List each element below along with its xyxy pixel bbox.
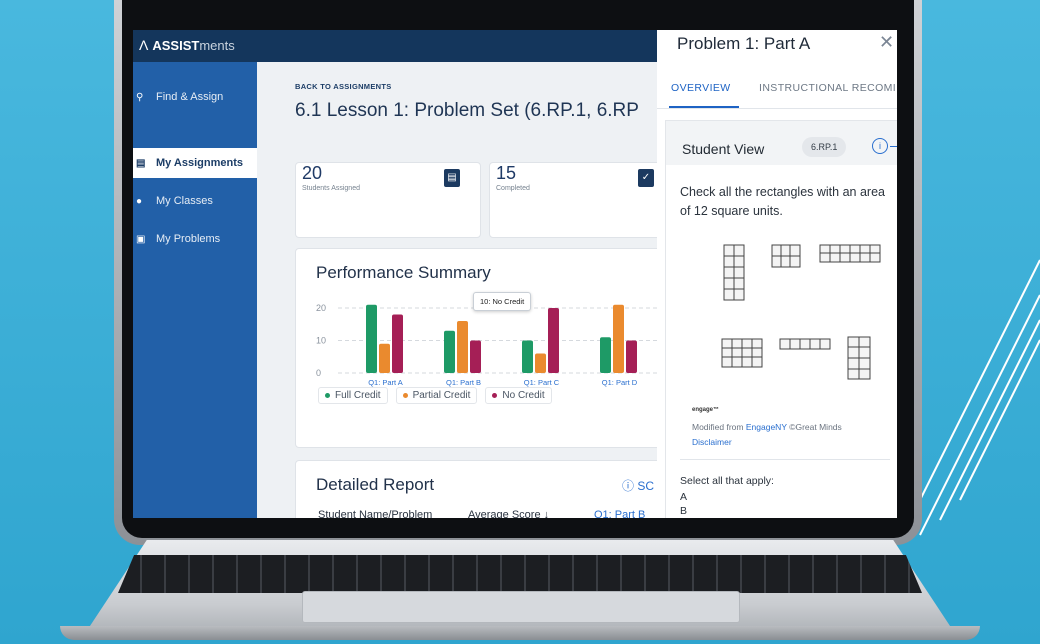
bar-no-credit[interactable]: [470, 340, 481, 374]
bar-full-credit[interactable]: [366, 304, 377, 373]
info-connector: [890, 146, 897, 147]
bar-no-credit[interactable]: [626, 340, 637, 374]
engage-logo: engage™: [692, 407, 720, 413]
detailed-report-card: Detailed Report ⓘ SC Student Name/Proble…: [295, 460, 669, 518]
select-instructions: Select all that apply:: [680, 475, 774, 487]
y-tick-label: 10: [316, 336, 326, 346]
bar-partial-credit[interactable]: [379, 343, 390, 373]
bar-partial-credit[interactable]: [535, 353, 546, 374]
tab-overview[interactable]: OVERVIEW: [671, 82, 731, 94]
sidebar: ⚲ Find & Assign ▤ My Assignments ● My Cl…: [133, 62, 257, 518]
stat-completed: 15 Completed ✓: [489, 162, 669, 238]
rectangles-figure: [680, 233, 886, 399]
stat-value: 15: [496, 163, 517, 183]
page-title: 6.1 Lesson 1: Problem Set (6.RP.1, 6.RP: [295, 100, 639, 121]
people-icon: ●: [136, 195, 143, 207]
stat-label: Students Assigned: [302, 185, 360, 192]
bar-full-credit[interactable]: [522, 340, 533, 374]
stat-label: Completed: [496, 185, 530, 192]
assistments-logo-icon: Λ: [139, 37, 149, 53]
laptop-screen: Λ ASSISTments ⚲ Find & Assign ▤ My Assign…: [133, 30, 897, 518]
y-tick-label: 0: [316, 368, 321, 378]
sidebar-item-label: My Classes: [156, 195, 213, 207]
column-q1-part-b[interactable]: Q1: Part B: [594, 509, 645, 518]
problem-side-panel: Problem 1: Part A ✕ OVERVIEW INSTRUCTION…: [657, 30, 897, 518]
tab-divider: [657, 108, 897, 109]
attribution-text: Modified from EngageNY ©Great Minds: [692, 422, 842, 432]
clipboard-icon: ▤: [136, 157, 146, 169]
sidebar-item-my-problems[interactable]: ▣ My Problems: [133, 224, 257, 254]
legend-dot: [402, 393, 408, 398]
clipboard-check-icon: ✓: [638, 169, 654, 187]
student-view-header: Student View 6.RP.1 i: [666, 121, 897, 165]
performance-chart: 0 10 20 Q1: Part A Q1: Part B Q1: Part C Q1: P…: [316, 303, 662, 387]
laptop-trackpad: [302, 591, 740, 623]
bar-partial-credit[interactable]: [613, 304, 624, 373]
x-tick-label[interactable]: Q1: Part A: [368, 378, 403, 387]
clipboard-icon: ▤: [444, 169, 460, 187]
stat-students-assigned: 20 Students Assigned ▤: [295, 162, 481, 238]
bar-full-credit[interactable]: [600, 337, 611, 373]
y-tick-label: 20: [316, 303, 326, 313]
standard-badge[interactable]: 6.RP.1: [802, 137, 847, 157]
arrow-down-icon: ↓: [543, 509, 550, 518]
sidebar-item-my-classes[interactable]: ● My Classes: [133, 186, 257, 216]
column-average-score[interactable]: Average Score ↓: [468, 509, 549, 518]
folder-icon: ▣: [136, 233, 146, 245]
engageny-link[interactable]: EngageNY: [746, 422, 787, 432]
legend-dot: [325, 393, 330, 398]
info-icon[interactable]: i: [872, 138, 888, 154]
back-to-assignments-link[interactable]: BACK TO ASSIGNMENTS: [295, 82, 392, 91]
legend-dot: [492, 393, 498, 398]
sidebar-item-label: My Assignments: [156, 157, 244, 169]
stat-value: 20: [302, 163, 323, 183]
divider: [680, 459, 890, 460]
tab-instructional-recommendations[interactable]: INSTRUCTIONAL RECOMI: [759, 82, 896, 94]
bar-no-credit[interactable]: [392, 314, 403, 374]
bar-full-credit[interactable]: [444, 330, 455, 373]
student-view-box: Student View 6.RP.1 i Check all the rect…: [665, 120, 897, 518]
sidebar-item-my-assignments[interactable]: ▤ My Assignments: [133, 148, 257, 178]
sidebar-item-label: Find & Assign: [156, 91, 224, 103]
legend-full-credit[interactable]: Full Credit: [318, 387, 388, 404]
sidebar-item-label: My Problems: [156, 233, 221, 245]
chart-tooltip: 10: No Credit: [473, 292, 532, 311]
performance-summary-card: Performance Summary 0 10 20 Q1: Part A Q1: P…: [295, 248, 669, 448]
sidebar-item-find-assign[interactable]: ⚲ Find & Assign: [133, 82, 257, 112]
brand-logo[interactable]: Λ ASSISTments: [139, 37, 235, 53]
column-student-name[interactable]: Student Name/Problem: [318, 509, 432, 518]
panel-title: Problem 1: Part A: [677, 34, 811, 53]
close-icon[interactable]: ✕: [879, 32, 894, 53]
chart-legend: Full Credit Partial Credit No Credit: [318, 387, 552, 404]
laptop-keyboard: [118, 555, 922, 593]
search-icon: ⚲: [136, 91, 144, 103]
answer-option-a[interactable]: A: [680, 491, 687, 503]
question-text: Check all the rectangles with an area of…: [680, 185, 885, 218]
x-tick-label[interactable]: Q1: Part D: [602, 378, 638, 387]
laptop-base: [60, 626, 980, 640]
detailed-report-title: Detailed Report: [316, 475, 435, 494]
x-tick-label[interactable]: Q1: Part B: [446, 378, 481, 387]
x-tick-label[interactable]: Q1: Part C: [524, 378, 560, 387]
student-view-title: Student View: [682, 141, 765, 157]
bar-no-credit[interactable]: [548, 308, 559, 373]
bar-partial-credit[interactable]: [457, 321, 468, 373]
legend-partial-credit[interactable]: Partial Credit: [395, 387, 478, 404]
legend-no-credit[interactable]: No Credit: [485, 387, 552, 404]
answer-option-b[interactable]: B: [680, 505, 687, 517]
disclaimer-link[interactable]: Disclaimer: [692, 437, 732, 447]
